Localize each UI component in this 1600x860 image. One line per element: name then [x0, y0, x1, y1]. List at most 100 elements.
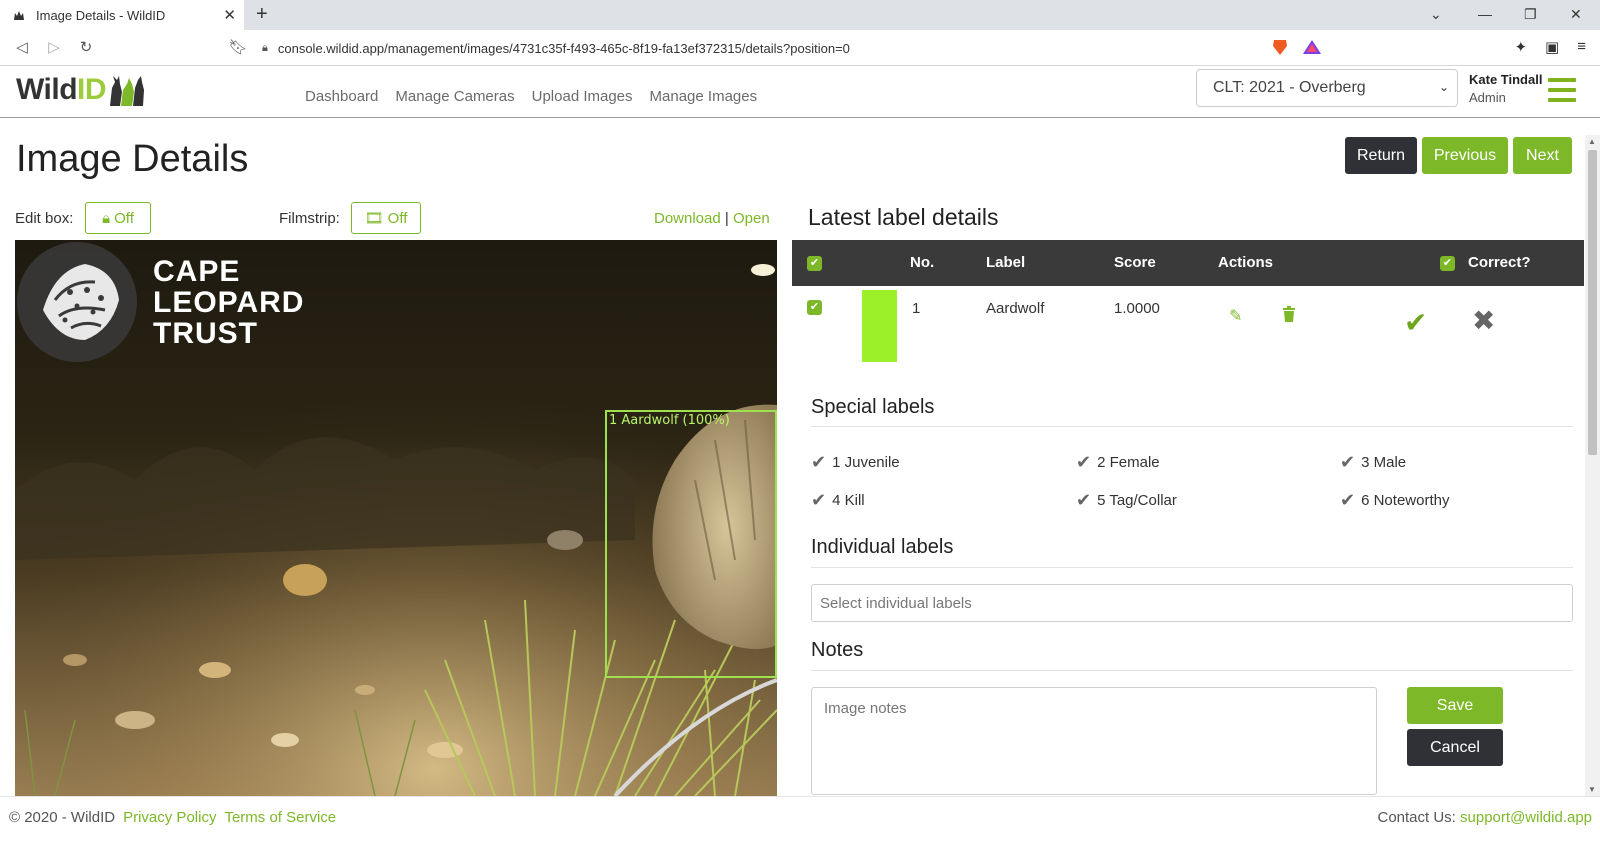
- table-row: ✔ 1 Aardwolf 1.0000 ✎ ✔ ✖: [792, 286, 1584, 366]
- browser-tab[interactable]: Image Details - WildID ✕: [0, 0, 244, 30]
- filmstrip-value: Off: [387, 209, 408, 227]
- column-label: Label: [986, 254, 1026, 271]
- restore-icon[interactable]: ❐: [1524, 6, 1537, 23]
- notes-title: Notes: [811, 639, 864, 661]
- watermark-line-1: CAPE: [153, 255, 241, 288]
- url-field[interactable]: 🔒︎ console.wildid.app/management/images/…: [262, 35, 1264, 61]
- extensions-icon[interactable]: ✦: [1514, 38, 1527, 56]
- user-info[interactable]: Kate Tindall Admin: [1469, 72, 1542, 105]
- edit-box-toggle[interactable]: 🔒︎ Off: [85, 202, 151, 234]
- tab-search-icon[interactable]: ⌄: [1430, 6, 1442, 23]
- special-label-noteworthy[interactable]: ✔ 6 Noteworthy: [1340, 490, 1449, 511]
- save-notes-button[interactable]: Save: [1407, 687, 1503, 724]
- edit-box-value: Off: [114, 209, 134, 227]
- column-no: No.: [910, 254, 935, 271]
- check-icon: ✔: [1076, 452, 1092, 472]
- nav-manage-images[interactable]: Manage Images: [650, 88, 758, 105]
- special-label-kill[interactable]: ✔ 4 Kill: [811, 490, 865, 511]
- individual-labels-input[interactable]: Select individual labels: [811, 584, 1573, 622]
- column-score: Score: [1114, 254, 1156, 271]
- link-separator: |: [724, 210, 729, 227]
- mark-correct-icon[interactable]: ✔: [1404, 306, 1427, 339]
- lock-icon: 🔒︎: [102, 209, 111, 227]
- logo-text-id: ID: [77, 73, 107, 106]
- mark-incorrect-icon[interactable]: ✖: [1472, 304, 1495, 337]
- delete-trash-icon[interactable]: [1282, 306, 1296, 327]
- chevron-down-icon: ⌄: [1438, 80, 1449, 94]
- correct-all-checkbox[interactable]: ✔: [1440, 256, 1455, 271]
- cancel-notes-button[interactable]: Cancel: [1407, 729, 1503, 766]
- image-notes-textarea[interactable]: Image notes: [811, 687, 1377, 795]
- reload-icon[interactable]: ↻: [76, 37, 96, 57]
- special-label-tag-collar[interactable]: ✔ 5 Tag/Collar: [1076, 490, 1177, 511]
- url-text: console.wildid.app/management/images/473…: [277, 40, 850, 56]
- forward-icon[interactable]: ▷: [44, 37, 64, 57]
- lock-icon: 🔒︎: [262, 41, 268, 54]
- detection-bounding-box[interactable]: 1 Aardwolf (100%): [605, 410, 777, 678]
- nav-manage-cameras[interactable]: Manage Cameras: [395, 88, 514, 105]
- app-header: Wild ID Dashboard Manage Cameras Upload I…: [0, 66, 1600, 118]
- user-role: Admin: [1469, 90, 1506, 105]
- row-label: Aardwolf: [986, 300, 1045, 317]
- wallet-icon[interactable]: ▣: [1545, 38, 1559, 56]
- row-no: 1: [912, 300, 921, 317]
- terms-of-service-link[interactable]: Terms of Service: [224, 809, 336, 826]
- label-color-swatch: [862, 290, 897, 362]
- individual-labels-placeholder: Select individual labels: [820, 594, 972, 612]
- window-close-icon[interactable]: ✕: [1570, 6, 1582, 23]
- edit-pencil-icon[interactable]: ✎: [1229, 306, 1242, 326]
- filmstrip-toggle[interactable]: 🎞︎ Off: [351, 202, 421, 234]
- special-label-female[interactable]: ✔ 2 Female: [1076, 452, 1160, 473]
- project-select-value: CLT: 2021 - Overberg: [1213, 79, 1366, 96]
- page-scrollbar[interactable]: ▲ ▼: [1585, 135, 1600, 796]
- open-link[interactable]: Open: [733, 210, 770, 227]
- divider: [811, 670, 1573, 671]
- detection-label: 1 Aardwolf (100%): [609, 413, 730, 428]
- divider: [811, 426, 1573, 427]
- return-button[interactable]: Return: [1345, 137, 1417, 174]
- browser-menu-icon[interactable]: ≡: [1577, 38, 1586, 56]
- check-icon: ✔: [1076, 490, 1092, 510]
- minimize-icon[interactable]: —: [1478, 6, 1492, 22]
- special-label-juvenile[interactable]: ✔ 1 Juvenile: [811, 452, 900, 473]
- next-button[interactable]: Next: [1513, 137, 1572, 174]
- hamburger-menu-icon[interactable]: [1548, 78, 1576, 102]
- tab-close-icon[interactable]: ✕: [223, 6, 236, 24]
- check-icon: ✔: [1340, 490, 1356, 510]
- copyright-text: © 2020 - WildID: [9, 809, 116, 826]
- previous-button[interactable]: Previous: [1422, 137, 1508, 174]
- scroll-down-icon[interactable]: ▼: [1588, 785, 1596, 794]
- wildid-logo[interactable]: Wild ID: [16, 72, 146, 108]
- back-icon[interactable]: ◁: [12, 37, 32, 57]
- page-footer: © 2020 - WildID Privacy Policy Terms of …: [0, 796, 1600, 860]
- column-actions: Actions: [1218, 254, 1274, 271]
- special-label-text: 2 Female: [1097, 454, 1160, 471]
- brave-rewards-icon[interactable]: [1302, 38, 1322, 56]
- support-email-link[interactable]: support@wildid.app: [1460, 809, 1592, 826]
- nav-upload-images[interactable]: Upload Images: [532, 88, 633, 105]
- privacy-policy-link[interactable]: Privacy Policy: [123, 809, 216, 826]
- film-icon: 🎞︎: [364, 210, 384, 227]
- special-label-male[interactable]: ✔ 3 Male: [1340, 452, 1406, 473]
- special-label-text: 4 Kill: [832, 492, 865, 509]
- download-link[interactable]: Download: [654, 210, 721, 227]
- row-checkbox[interactable]: ✔: [807, 300, 822, 315]
- project-select[interactable]: CLT: 2021 - Overberg ⌄: [1196, 69, 1458, 107]
- logo-text-wild: Wild: [16, 73, 78, 106]
- watermark-line-2: LEOPARD: [153, 286, 305, 319]
- select-all-checkbox[interactable]: ✔: [807, 256, 822, 271]
- special-label-text: 5 Tag/Collar: [1097, 492, 1177, 509]
- bookmark-icon[interactable]: 🔖︎: [228, 37, 248, 57]
- scrollbar-thumb[interactable]: [1588, 150, 1597, 455]
- camera-trap-image[interactable]: CAPE LEOPARD TRUST 1 Aardwolf (100%): [15, 240, 777, 796]
- divider: [811, 567, 1573, 568]
- brave-shield-icon[interactable]: [1270, 38, 1290, 56]
- wildid-favicon-icon: [14, 11, 24, 20]
- latest-label-details-title: Latest label details: [808, 204, 999, 230]
- special-label-text: 3 Male: [1361, 454, 1407, 471]
- new-tab-icon[interactable]: +: [256, 4, 268, 24]
- nav-dashboard[interactable]: Dashboard: [305, 88, 378, 105]
- scroll-up-icon[interactable]: ▲: [1588, 137, 1596, 146]
- watermark-line-3: TRUST: [153, 317, 258, 350]
- row-score: 1.0000: [1114, 300, 1160, 317]
